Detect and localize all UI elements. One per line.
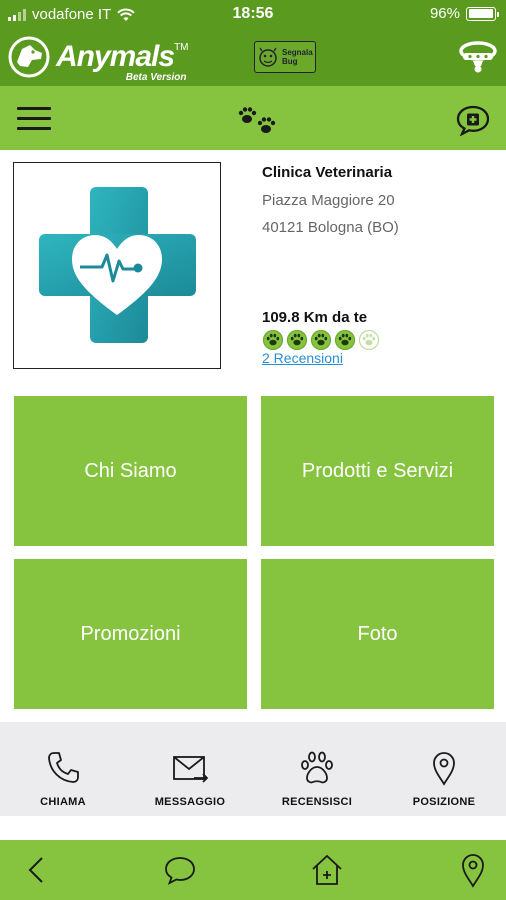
review-label: RECENSISCI	[281, 796, 353, 808]
tile-prodotti-servizi[interactable]: Prodotti e Servizi	[261, 396, 494, 546]
home-icon[interactable]	[309, 852, 345, 888]
call-button[interactable]: CHIAMA	[0, 722, 126, 816]
paw-rating-empty-icon	[358, 330, 380, 350]
call-label: CHIAMA	[40, 796, 86, 808]
paw-rating-filled-icon	[286, 330, 308, 350]
app-subtitle: Beta Version	[125, 72, 187, 83]
report-bug-line1: Segnala	[282, 48, 313, 57]
brand-text: AnymalsTM Beta Version	[56, 40, 189, 84]
clinic-city: 40121 Bologna (BO)	[262, 219, 399, 236]
message-button[interactable]: MESSAGGIO	[127, 722, 253, 816]
review-button[interactable]: RECENSISCI	[254, 722, 380, 816]
tile-promozioni[interactable]: Promozioni	[14, 559, 247, 709]
message-icon	[173, 756, 208, 783]
distance-label: 109.8 Km da te	[262, 309, 368, 326]
trademark: TM	[174, 42, 189, 53]
hamburger-menu-button[interactable]	[17, 107, 51, 131]
tile-chi-siamo[interactable]: Chi Siamo	[14, 396, 247, 546]
brand: AnymalsTM Beta Version	[8, 36, 189, 84]
paw-rating-filled-icon	[262, 330, 284, 350]
bottom-nav	[0, 840, 506, 900]
clinic-address: Piazza Maggiore 20	[262, 192, 395, 209]
app-name: Anymals	[56, 40, 175, 73]
action-bar: CHIAMA MESSAGGIO RECENSISCI POSIZIONE	[0, 722, 506, 816]
battery-level	[468, 9, 493, 18]
location-pin-icon	[433, 752, 455, 786]
spacer	[0, 816, 506, 840]
app-header: vodafone IT 18:56 96% AnymalsTM Beta Ver…	[0, 0, 506, 86]
toolbar	[0, 86, 506, 150]
paw-icon	[301, 751, 333, 784]
paw-rating-filled-icon	[310, 330, 332, 350]
report-bug-line2: Bug	[282, 57, 298, 66]
phone-icon	[48, 752, 79, 783]
tile-foto[interactable]: Foto	[261, 559, 494, 709]
back-icon[interactable]	[20, 852, 56, 888]
report-bug-button[interactable]: Segnala Bug	[254, 41, 316, 73]
paw-prints-icon	[238, 107, 276, 133]
new-chat-icon[interactable]	[456, 104, 490, 136]
medical-cross-heart-icon	[39, 187, 196, 343]
status-right: 96%	[429, 5, 499, 22]
menu-tiles: Chi Siamo Prodotti e Servizi Promozioni …	[0, 386, 506, 720]
position-button[interactable]: POSIZIONE	[381, 722, 506, 816]
clinic-card: Clinica Veterinaria Piazza Maggiore 20 4…	[0, 150, 506, 386]
position-label: POSIZIONE	[412, 796, 476, 808]
clinic-info: Clinica Veterinaria Piazza Maggiore 20 4…	[262, 164, 502, 236]
battery-icon	[466, 6, 499, 21]
message-label: MESSAGGIO	[154, 796, 226, 808]
battery-percent: 96%	[429, 5, 460, 22]
reviews-link[interactable]: 2 Recensioni	[262, 350, 343, 366]
paw-rating	[262, 330, 380, 350]
paw-rating-filled-icon	[334, 330, 356, 350]
chat-icon[interactable]	[162, 852, 198, 888]
status-bar: vodafone IT 18:56 96%	[0, 0, 506, 30]
clinic-name: Clinica Veterinaria	[262, 164, 393, 181]
clinic-logo	[13, 162, 221, 369]
report-bug-label: Segnala Bug	[282, 48, 313, 66]
bug-icon	[259, 47, 277, 67]
anymals-logo-icon	[8, 36, 50, 78]
pet-collar-icon[interactable]	[458, 38, 498, 74]
location-pin-icon[interactable]	[455, 852, 491, 888]
